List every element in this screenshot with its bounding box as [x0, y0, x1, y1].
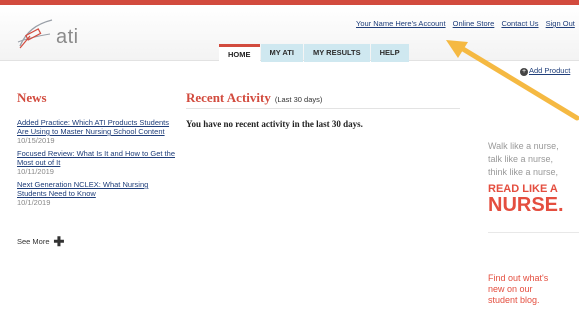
- news-item-date: 10/15/2019: [17, 136, 55, 145]
- promo-line: talk like a nurse,: [488, 154, 554, 164]
- logo-mark-icon: [17, 19, 53, 49]
- recent-activity-subtitle: (Last 30 days): [274, 95, 323, 104]
- news-heading: News: [17, 90, 47, 105]
- news-item: Next Generation NCLEX: What Nursing Stud…: [17, 180, 177, 207]
- logo-text: ati: [56, 26, 79, 48]
- see-more-button[interactable]: See More ✚: [17, 234, 64, 250]
- sidebar-divider: [488, 232, 579, 233]
- contact-us-link[interactable]: Contact Us: [501, 19, 538, 28]
- tab-home[interactable]: HOME: [219, 44, 260, 62]
- read-like-a-nurse-promo[interactable]: Walk like a nurse, talk like a nurse, th…: [488, 140, 579, 215]
- news-item-link[interactable]: Added Practice: Which ATI Products Stude…: [17, 118, 177, 136]
- blog-line: new on our: [488, 284, 533, 294]
- recent-activity-heading: Recent Activity (Last 30 days): [186, 90, 458, 106]
- news-item-link[interactable]: Next Generation NCLEX: What Nursing Stud…: [17, 180, 177, 198]
- news-item: Focused Review: What Is It and How to Ge…: [17, 149, 177, 176]
- main-tabs: HOME MY ATI MY RESULTS HELP: [219, 44, 410, 62]
- online-store-link[interactable]: Online Store: [453, 19, 495, 28]
- top-utility-links: Your Name Here's Account Online Store Co…: [356, 19, 579, 28]
- promo-line: Walk like a nurse,: [488, 141, 559, 151]
- plus-icon: ✚: [53, 234, 65, 249]
- sign-out-link[interactable]: Sign Out: [546, 19, 575, 28]
- promo-line: think like a nurse,: [488, 167, 559, 177]
- tab-help[interactable]: HELP: [370, 44, 409, 62]
- student-blog-promo[interactable]: Find out what's new on our student blog.: [488, 273, 579, 306]
- empty-activity-message: You have no recent activity in the last …: [186, 119, 363, 129]
- promo-nurse: NURSE.: [488, 194, 564, 216]
- news-section: News Added Practice: Which ATI Products …: [17, 90, 177, 211]
- tab-my-results[interactable]: MY RESULTS: [303, 44, 370, 62]
- ati-logo[interactable]: ati: [16, 18, 106, 58]
- account-link[interactable]: Your Name Here's Account: [356, 19, 446, 28]
- arrow-pointer-icon: [446, 40, 579, 121]
- blog-line: student blog.: [488, 295, 540, 305]
- tab-my-ati[interactable]: MY ATI: [260, 44, 303, 62]
- news-item-link[interactable]: Focused Review: What Is It and How to Ge…: [17, 149, 177, 167]
- recent-activity-section: Recent Activity (Last 30 days): [186, 90, 458, 106]
- blog-line: Find out what's: [488, 273, 549, 283]
- recent-activity-title: Recent Activity: [186, 90, 271, 105]
- recent-activity-divider: [186, 108, 460, 109]
- news-item-date: 10/1/2019: [17, 198, 51, 207]
- news-item-date: 10/11/2019: [17, 167, 54, 176]
- news-item: Added Practice: Which ATI Products Stude…: [17, 118, 177, 145]
- see-more-label: See More: [17, 237, 50, 246]
